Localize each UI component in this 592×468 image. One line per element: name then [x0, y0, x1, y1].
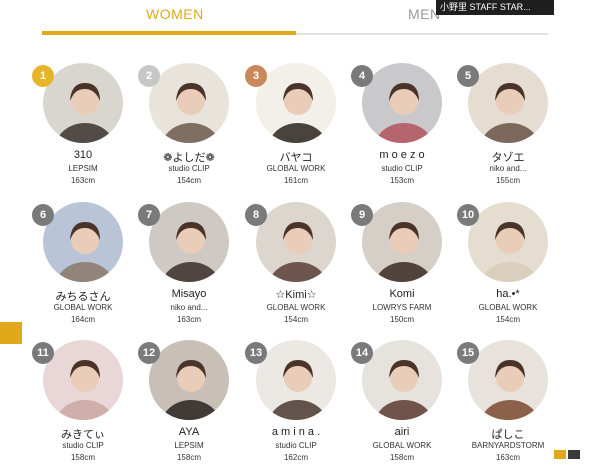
staff-card[interactable]: 11 みきてぃ studio CLIP 158cm — [30, 340, 136, 468]
staff-name: AYA — [178, 426, 200, 438]
staff-name: m o e z o — [379, 149, 425, 161]
staff-card[interactable]: 5 タゾエ niko and... 155cm — [455, 63, 561, 191]
staff-name: バヤコ — [279, 152, 313, 164]
staff-avatar[interactable] — [468, 340, 548, 420]
tab-divider — [296, 33, 548, 35]
staff-height: 150cm — [389, 315, 414, 324]
staff-avatar[interactable] — [149, 63, 229, 143]
rank-badge: 6 — [32, 204, 54, 226]
staff-card[interactable]: 2 ❁よしだ❁ studio CLIP 154cm — [136, 63, 242, 191]
rank-badge: 7 — [138, 204, 160, 226]
staff-card[interactable]: 6 みちるさん GLOBAL WORK 164cm — [30, 202, 136, 330]
rank-badge: 14 — [351, 342, 373, 364]
staff-height: 154cm — [283, 315, 308, 324]
staff-avatar[interactable] — [43, 202, 123, 282]
rank-badge: 9 — [351, 204, 373, 226]
staff-card[interactable]: 1 310 LEPSIM 163cm — [30, 63, 136, 191]
staff-avatar[interactable] — [362, 63, 442, 143]
staff-avatar[interactable] — [468, 63, 548, 143]
rank-badge: 1 — [32, 65, 54, 87]
staff-card[interactable]: 7 Misayo niko and... 163cm — [136, 202, 242, 330]
staff-brand: GLOBAL WORK — [53, 303, 113, 312]
staff-name: タゾエ — [491, 152, 525, 164]
staff-avatar[interactable] — [256, 63, 336, 143]
staff-card[interactable]: 3 バヤコ GLOBAL WORK 161cm — [243, 63, 349, 191]
staff-card[interactable]: 12 AYA LEPSIM 158cm — [136, 340, 242, 468]
staff-height: 163cm — [70, 176, 95, 185]
staff-card[interactable]: 15 ぱしこ BARNYARDSTORM 163cm — [455, 340, 561, 468]
staff-avatar[interactable] — [43, 63, 123, 143]
staff-name: 310 — [73, 149, 93, 161]
staff-brand: BARNYARDSTORM — [471, 441, 545, 450]
overlay-label: 小野里 STAFF STAR... — [436, 0, 554, 15]
staff-height: 154cm — [495, 315, 520, 324]
rank-badge: 5 — [457, 65, 479, 87]
active-tab-indicator — [42, 31, 296, 35]
staff-height: 162cm — [283, 453, 308, 462]
staff-brand: studio CLIP — [62, 441, 104, 450]
staff-brand: LEPSIM — [174, 441, 204, 450]
staff-name: Misayo — [171, 288, 207, 300]
staff-name: ❁よしだ❁ — [163, 152, 215, 164]
staff-brand: niko and... — [170, 303, 208, 312]
staff-card[interactable]: 8 ☆Kimi☆ GLOBAL WORK 154cm — [243, 202, 349, 330]
staff-brand: niko and... — [489, 164, 527, 173]
staff-name: ぱしこ — [491, 429, 525, 441]
rank-badge: 12 — [138, 342, 160, 364]
staff-avatar[interactable] — [362, 340, 442, 420]
staff-name: ☆Kimi☆ — [275, 289, 317, 301]
staff-avatar[interactable] — [362, 202, 442, 282]
tab-women[interactable]: WOMEN — [146, 6, 204, 22]
staff-card[interactable]: 13 a m i n a . studio CLIP 162cm — [243, 340, 349, 468]
side-tab-handle[interactable] — [0, 322, 22, 344]
staff-brand: studio CLIP — [168, 164, 210, 173]
rank-badge: 15 — [457, 342, 479, 364]
staff-height: 158cm — [70, 453, 95, 462]
staff-name: Komi — [389, 288, 415, 300]
staff-avatar[interactable] — [149, 202, 229, 282]
staff-card[interactable]: 10 ha.•* GLOBAL WORK 154cm — [455, 202, 561, 330]
staff-avatar[interactable] — [149, 340, 229, 420]
staff-card[interactable]: 14 airi GLOBAL WORK 158cm — [349, 340, 455, 468]
staff-height: 163cm — [176, 315, 201, 324]
staff-height: 164cm — [70, 315, 95, 324]
rank-badge: 2 — [138, 65, 160, 87]
staff-height: 154cm — [176, 176, 201, 185]
staff-name: みきてぃ — [61, 429, 105, 441]
staff-brand: LOWRYS FARM — [372, 303, 432, 312]
rank-badge: 13 — [245, 342, 267, 364]
staff-height: 163cm — [495, 453, 520, 462]
staff-height: 153cm — [389, 176, 414, 185]
staff-brand: studio CLIP — [275, 441, 317, 450]
staff-card[interactable]: 4 m o e z o studio CLIP 153cm — [349, 63, 455, 191]
staff-brand: GLOBAL WORK — [266, 164, 326, 173]
rank-badge: 3 — [245, 65, 267, 87]
staff-height: 161cm — [283, 176, 308, 185]
rank-badge: 11 — [32, 342, 54, 364]
rank-badge: 10 — [457, 204, 479, 226]
staff-avatar[interactable] — [256, 340, 336, 420]
staff-brand: GLOBAL WORK — [372, 441, 432, 450]
staff-name: ha.•* — [496, 288, 520, 300]
staff-name: airi — [394, 426, 410, 438]
staff-height: 155cm — [495, 176, 520, 185]
staff-brand: GLOBAL WORK — [478, 303, 538, 312]
staff-avatar[interactable] — [468, 202, 548, 282]
staff-avatar[interactable] — [256, 202, 336, 282]
staff-name: a m i n a . — [271, 426, 321, 438]
rank-badge: 8 — [245, 204, 267, 226]
staff-brand: GLOBAL WORK — [266, 303, 326, 312]
staff-brand: LEPSIM — [68, 164, 98, 173]
staff-name: みちるさん — [55, 291, 111, 303]
staff-avatar[interactable] — [43, 340, 123, 420]
staff-height: 158cm — [389, 453, 414, 462]
staff-height: 158cm — [176, 453, 201, 462]
staff-card[interactable]: 9 Komi LOWRYS FARM 150cm — [349, 202, 455, 330]
staff-brand: studio CLIP — [381, 164, 423, 173]
rank-badge: 4 — [351, 65, 373, 87]
